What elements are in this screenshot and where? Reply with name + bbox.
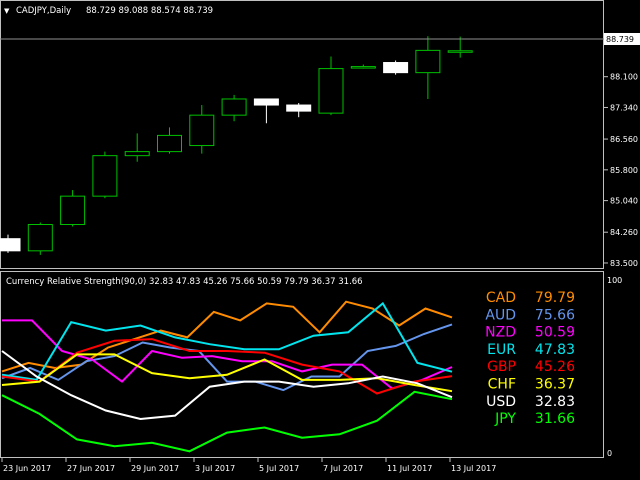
ohlc-header: 88.729 89.088 88.574 88.739 (86, 6, 213, 16)
price-tick-label: 86.560 (610, 135, 638, 144)
candle-bull (318, 68, 344, 114)
trading-chart[interactable]: ▼ CADJPY,Daily 88.729 89.088 88.574 88.7… (0, 0, 640, 480)
legend-value-jpy: 31.66 (535, 411, 575, 427)
candle-bear (383, 62, 409, 74)
symbol-header: CADJPY,Daily (16, 6, 71, 16)
date-tick-label: 3 Jul 2017 (195, 464, 235, 473)
date-tick-label: 23 Jun 2017 (3, 464, 51, 473)
date-tick-label: 27 Jun 2017 (67, 464, 115, 473)
candlestick-series (0, 36, 473, 255)
legend-value-eur: 47.83 (535, 342, 575, 358)
strength-line-usd (1, 350, 453, 421)
date-tick-label: 29 Jun 2017 (131, 464, 179, 473)
candle-bull (221, 98, 247, 116)
legend-currency-usd: USD (486, 394, 516, 410)
price-tick-label: 88.100 (610, 73, 638, 82)
candle-bull (124, 151, 150, 157)
date-tick-label: 13 Jul 2017 (451, 464, 496, 473)
candle-bull (415, 49, 441, 74)
dropdown-triangle-icon[interactable]: ▼ (4, 7, 10, 15)
candle-bull (92, 155, 118, 197)
date-tick-label: 5 Jul 2017 (259, 464, 299, 473)
price-tick-label: 85.040 (610, 197, 638, 206)
candle-bear (286, 104, 312, 112)
legend-value-usd: 32.83 (535, 394, 575, 410)
legend-currency-eur: EUR (487, 342, 516, 358)
candle-bull (27, 224, 53, 252)
legend-currency-chf: CHF (488, 377, 516, 393)
indicator-tick-0: 0 (607, 449, 612, 458)
candle-bull (350, 66, 376, 69)
legend-currency-aud: AUD (485, 307, 516, 323)
legend-currency-jpy: JPY (494, 411, 516, 427)
legend-currency-gbp: GBP (487, 359, 516, 375)
date-tick-label: 11 Jul 2017 (387, 464, 432, 473)
strength-line-jpy (1, 390, 453, 453)
currency-legend: CAD 79.79 AUD 75.66 NZD 50.59 EUR 47.83 GBP 45.26… (485, 290, 575, 427)
legend-currency-nzd: NZD (485, 325, 516, 341)
legend-currency-cad: CAD (486, 290, 516, 306)
legend-value-chf: 36.37 (535, 377, 575, 393)
current-price-label: 88.739 (606, 35, 634, 44)
date-tick-label: 7 Jul 2017 (323, 464, 363, 473)
candle-bull (189, 114, 215, 147)
indicator-tick-100: 100 (607, 276, 622, 285)
indicator-lines (1, 300, 453, 453)
candle-bull (60, 195, 86, 226)
price-tick-label: 84.260 (610, 228, 638, 237)
candle-bull (157, 134, 182, 153)
legend-value-cad: 79.79 (535, 290, 575, 306)
price-tick-label: 85.800 (610, 166, 638, 175)
date-axis: 23 Jun 2017 27 Jun 2017 29 Jun 2017 3 Jul 2… (1, 458, 496, 473)
strength-line-nzd (2, 319, 453, 390)
candle-bull (447, 50, 473, 53)
price-tick-label: 83.500 (610, 259, 638, 268)
candle-bear (0, 238, 21, 252)
legend-value-nzd: 50.59 (535, 325, 575, 341)
price-tick-label: 87.340 (610, 103, 638, 112)
price-axis: 88.100 87.340 86.560 85.800 85.040 84.260 83.5… (604, 73, 638, 268)
indicator-header: Currency Relative Strength(90,0) 32.83 4… (6, 277, 363, 287)
legend-value-gbp: 45.26 (535, 359, 575, 375)
legend-value-aud: 75.66 (535, 307, 575, 323)
strength-line-eur (1, 301, 453, 381)
main-chart-frame (0, 0, 604, 269)
candle-bear (253, 98, 279, 106)
